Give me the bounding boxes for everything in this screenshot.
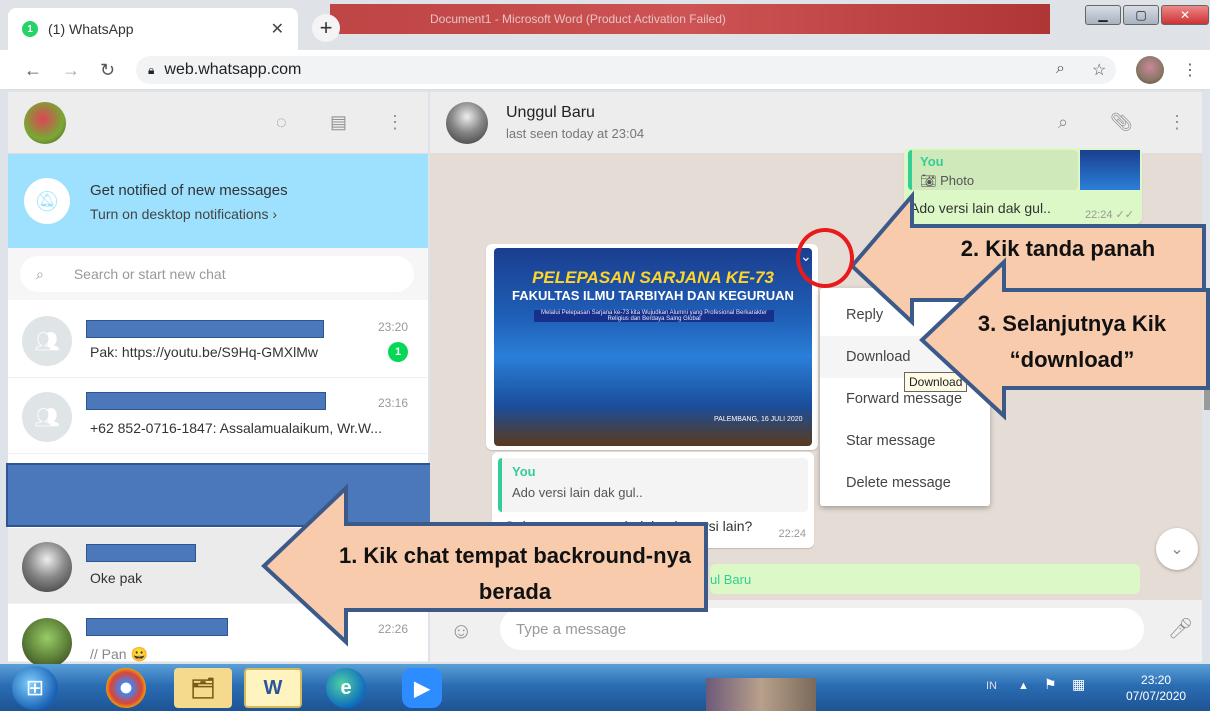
action-center-flag-icon[interactable]: ⚑ bbox=[1044, 676, 1057, 693]
annotation-step-2: 2. Kik tanda panah bbox=[960, 236, 1156, 261]
show-hidden-icons-icon[interactable]: ▲ bbox=[1018, 680, 1029, 692]
chrome-taskbar-icon[interactable] bbox=[106, 668, 146, 708]
annotation-step-3: 3. Selanjutnya Kik “download” bbox=[977, 311, 1167, 372]
network-icon[interactable]: ▦ bbox=[1072, 676, 1085, 693]
clock-time: 23:20 bbox=[1141, 673, 1172, 687]
windows-taskbar: ⊞ 🗂︎ W e ▶ IN ▲ ⚑ ▦ 23:20 07/07/2020 bbox=[0, 664, 1210, 711]
clock-date: 07/07/2020 bbox=[1126, 689, 1187, 703]
edge-taskbar-icon[interactable]: e bbox=[326, 668, 366, 708]
highlight-circle bbox=[796, 228, 854, 288]
annotation-step-1: 1. Kik chat tempat backround-nya berada bbox=[338, 543, 692, 604]
word-taskbar-icon[interactable]: W bbox=[244, 668, 302, 708]
file-explorer-taskbar-icon[interactable]: 🗂︎ bbox=[174, 668, 232, 708]
input-language[interactable]: IN bbox=[986, 680, 997, 692]
taskbar-thumbnail bbox=[706, 678, 816, 711]
system-clock[interactable]: 23:20 07/07/2020 bbox=[1126, 672, 1186, 704]
windows-start-icon[interactable]: ⊞ bbox=[12, 666, 58, 710]
zoom-taskbar-icon[interactable]: ▶ bbox=[402, 668, 442, 708]
